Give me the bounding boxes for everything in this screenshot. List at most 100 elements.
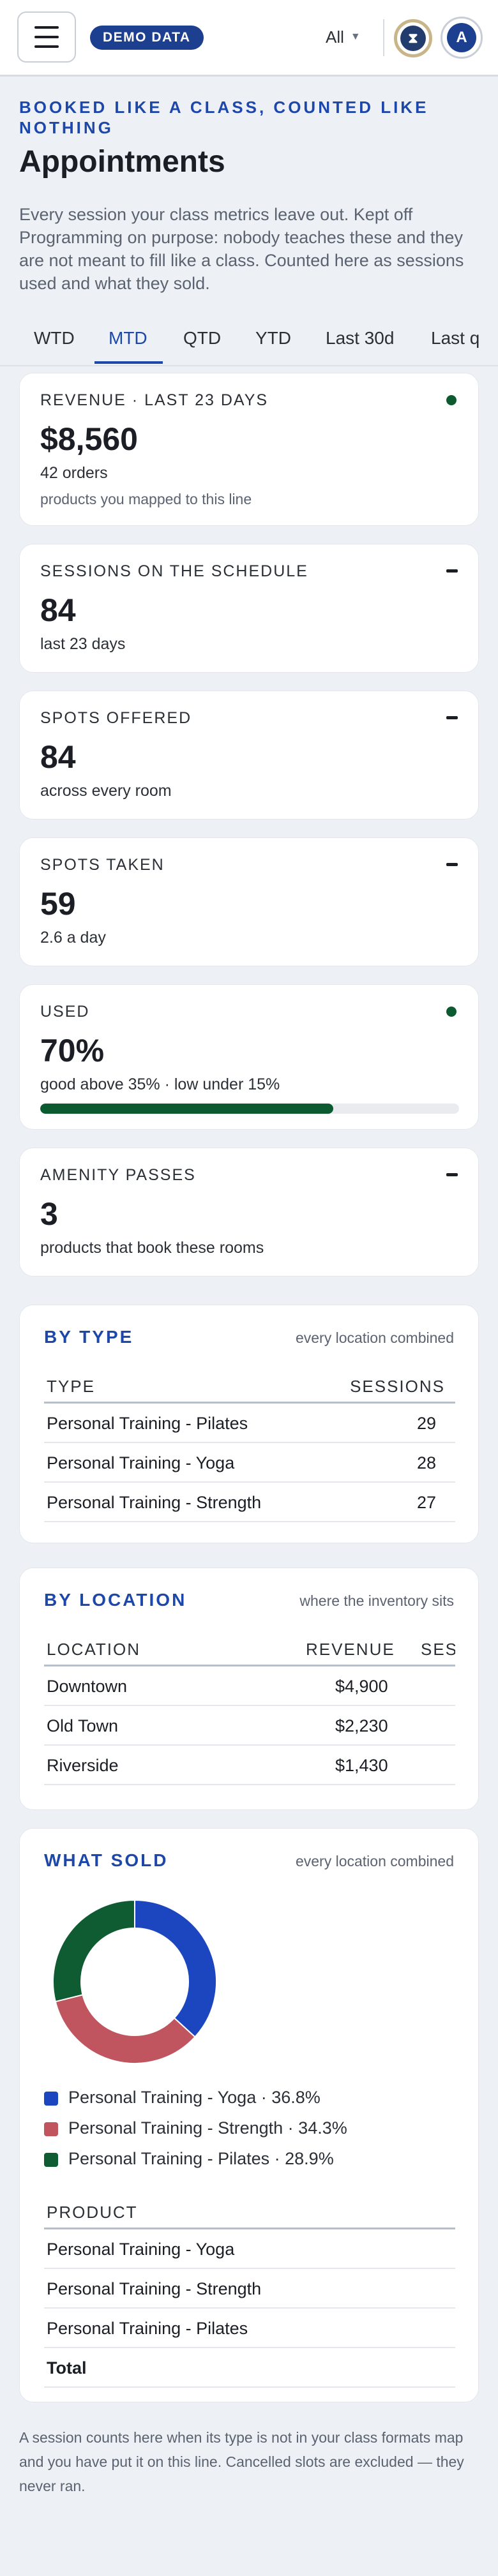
- tab-last-30d[interactable]: Last 30d: [326, 328, 394, 348]
- type-sessions: 28: [416, 1453, 436, 1472]
- table-row[interactable]: Personal Training - Pilates 29: [44, 1404, 455, 1443]
- by-location-card: BY LOCATION where the inventory sits LOC…: [19, 1568, 479, 1810]
- status-dash-icon: [446, 716, 458, 719]
- status-dash-icon: [446, 569, 458, 573]
- amenity-passes-card: AMENITY PASSES 3 products that book thes…: [19, 1148, 479, 1277]
- table-row[interactable]: Downtown $4,900: [44, 1666, 455, 1706]
- legend-swatch: [44, 2153, 58, 2167]
- legend-label: Personal Training - Yoga · 36.8%: [68, 2088, 321, 2107]
- type-sessions: 27: [416, 1493, 436, 1512]
- section-note: every location combined: [295, 1853, 454, 1869]
- page-intro: Every session your class metrics leave o…: [19, 205, 464, 293]
- product-name: Personal Training - Pilates: [47, 2319, 248, 2338]
- table-header: PRODUCT: [44, 2192, 455, 2229]
- location-revenue: $1,430: [335, 1756, 388, 1775]
- location-name: Downtown: [47, 1677, 128, 1696]
- kpi-sub: 2.6 a day: [40, 929, 106, 947]
- table-row[interactable]: Personal Training - Pilates: [44, 2309, 455, 2348]
- kpi-label: SPOTS OFFERED: [40, 709, 192, 727]
- location-name: Riverside: [47, 1756, 119, 1775]
- product-name: Personal Training - Yoga: [47, 2240, 235, 2259]
- kpi-value: 84: [40, 592, 76, 628]
- kpi-label: SESSIONS ON THE SCHEDULE: [40, 562, 308, 580]
- total-label: Total: [47, 2358, 87, 2378]
- menu-icon: [34, 26, 59, 29]
- by-type-card: BY TYPE every location combined TYPE SES…: [19, 1305, 479, 1543]
- table-header: TYPE SESSIONS: [44, 1367, 455, 1404]
- location-revenue: $2,230: [335, 1716, 388, 1735]
- table-row[interactable]: Personal Training - Strength: [44, 2269, 455, 2309]
- tab-mtd[interactable]: MTD: [109, 328, 147, 348]
- active-tab-indicator: [94, 361, 163, 364]
- status-dash-icon: [446, 863, 458, 866]
- legend-item: Personal Training - Pilates · 28.9%: [44, 2146, 455, 2177]
- kpi-label: REVENUE · LAST 23 DAYS: [40, 391, 269, 409]
- section-note: every location combined: [295, 1329, 454, 1346]
- legend-item: Personal Training - Strength · 34.3%: [44, 2116, 455, 2146]
- revenue-card: REVENUE · LAST 23 DAYS $8,560 42 orders …: [19, 373, 479, 526]
- kpi-value: $8,560: [40, 421, 138, 457]
- kpi-sub: products that book these rooms: [40, 1239, 264, 1257]
- legend-swatch: [44, 2092, 58, 2106]
- legend-swatch: [44, 2122, 58, 2136]
- demo-data-badge: DEMO DATA: [90, 26, 204, 50]
- kpi-sub: good above 35% · low under 15%: [40, 1075, 280, 1093]
- table-row[interactable]: Personal Training - Strength 27: [44, 1483, 455, 1522]
- legend-label: Personal Training - Strength · 34.3%: [68, 2118, 347, 2138]
- avatar-initial: A: [447, 23, 476, 52]
- by-location-table[interactable]: LOCATION REVENUE SES Downtown $4,900 Old…: [44, 1629, 455, 1785]
- section-title: WHAT SOLD: [44, 1850, 169, 1870]
- kpi-label: USED: [40, 1003, 90, 1021]
- column-header-location: LOCATION: [47, 1640, 140, 1659]
- type-name: Personal Training - Yoga: [47, 1453, 235, 1472]
- column-header-product: PRODUCT: [47, 2203, 138, 2222]
- status-dot-icon: [446, 395, 456, 405]
- kpi-label: SPOTS TAKEN: [40, 856, 165, 874]
- type-sessions: 29: [416, 1414, 436, 1433]
- type-name: Personal Training - Strength: [47, 1493, 262, 1512]
- by-type-table: TYPE SESSIONS Personal Training - Pilate…: [44, 1367, 455, 1522]
- product-table: PRODUCT Personal Training - Yoga Persona…: [44, 2192, 455, 2388]
- spots-taken-card: SPOTS TAKEN 59 2.6 a day: [19, 837, 479, 966]
- spots-offered-card: SPOTS OFFERED 84 across every room: [19, 691, 479, 820]
- kpi-note: products you mapped to this line: [40, 491, 252, 507]
- table-row[interactable]: Old Town $2,230: [44, 1706, 455, 1746]
- avatar[interactable]: A: [441, 17, 483, 59]
- tab-last-q[interactable]: Last q: [431, 328, 479, 348]
- kpi-value: 59: [40, 886, 76, 922]
- hourglass-button[interactable]: ⧗: [394, 19, 432, 57]
- tab-qtd[interactable]: QTD: [183, 328, 221, 348]
- table-row[interactable]: Personal Training - Yoga: [44, 2229, 455, 2269]
- kpi-value: 3: [40, 1196, 58, 1232]
- period-tabs: WTD MTD QTD YTD Last 30d Last q: [0, 319, 498, 366]
- menu-button[interactable]: [17, 11, 76, 63]
- table-row[interactable]: Riverside $1,430: [44, 1746, 455, 1785]
- status-dot-icon: [446, 1007, 456, 1017]
- column-header-type: TYPE: [47, 1377, 95, 1396]
- tab-ytd[interactable]: YTD: [255, 328, 291, 348]
- donut-slice-1: [134, 1899, 217, 2038]
- location-name: Old Town: [47, 1716, 119, 1735]
- footer-note: A session counts here when its type is n…: [19, 2429, 464, 2494]
- type-name: Personal Training - Pilates: [47, 1414, 248, 1433]
- page-title: Appointments: [19, 145, 225, 179]
- usage-progress-bar: [40, 1104, 459, 1114]
- filter-value: All: [326, 27, 344, 47]
- column-header-revenue: REVENUE: [306, 1640, 395, 1659]
- section-title: BY TYPE: [44, 1327, 134, 1347]
- sessions-card: SESSIONS ON THE SCHEDULE 84 last 23 days: [19, 544, 479, 673]
- product-name: Personal Training - Strength: [47, 2279, 262, 2298]
- table-header: LOCATION REVENUE SES: [44, 1629, 455, 1666]
- sales-donut-chart: [52, 1899, 217, 2064]
- legend-label: Personal Training - Pilates · 28.9%: [68, 2149, 334, 2168]
- chart-legend: Personal Training - Yoga · 36.8% Persona…: [44, 2085, 455, 2177]
- table-row[interactable]: Personal Training - Yoga 28: [44, 1443, 455, 1483]
- what-sold-card: WHAT SOLD every location combined Person…: [19, 1828, 479, 2402]
- kpi-sub: 42 orders: [40, 464, 108, 482]
- tab-wtd[interactable]: WTD: [34, 328, 75, 348]
- column-header-sessions: SESSIONS: [350, 1377, 445, 1396]
- kpi-sub: last 23 days: [40, 635, 126, 653]
- location-filter-dropdown[interactable]: All ▼: [326, 23, 361, 51]
- divider: [383, 19, 384, 56]
- section-note: where the inventory sits: [299, 1592, 454, 1609]
